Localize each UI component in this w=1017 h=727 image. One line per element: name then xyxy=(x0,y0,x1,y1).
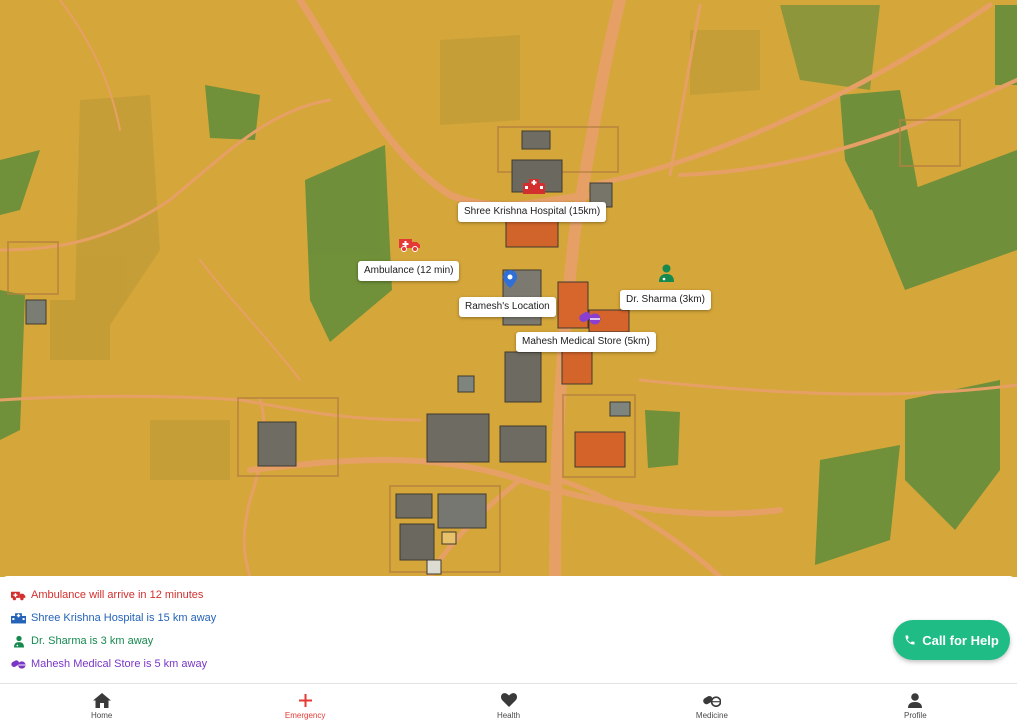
nav-item-health[interactable]: Health xyxy=(407,684,610,727)
plus-icon xyxy=(298,692,312,708)
nav-item-profile[interactable]: Profile xyxy=(814,684,1017,727)
user-icon xyxy=(908,692,923,708)
hospital-info-row: Shree Krishna Hospital is 15 km away xyxy=(11,611,216,625)
doctor-label[interactable]: Dr. Sharma (3km) xyxy=(620,290,711,310)
nav-item-label: Home xyxy=(91,711,113,720)
nav-item-label: Profile xyxy=(903,711,927,720)
hospital-label[interactable]: Shree Krishna Hospital (15km) xyxy=(458,202,607,222)
nav-item-label: Health xyxy=(496,711,521,720)
nav-item-emergency[interactable]: Emergency xyxy=(203,684,406,727)
nav-item-home[interactable]: Home xyxy=(0,684,203,727)
ambulance-info-text: Ambulance will arrive in 12 minutes xyxy=(31,589,204,601)
hospital-icon[interactable] xyxy=(523,178,545,194)
medical-store-info-row: Mahesh Medical Store is 5 km away xyxy=(11,657,207,671)
medical-store-label[interactable]: Mahesh Medical Store (5km) xyxy=(516,332,656,352)
phone-icon xyxy=(904,634,916,646)
doctor-icon[interactable] xyxy=(659,264,674,282)
map-pin-icon[interactable] xyxy=(503,270,517,288)
pills-icon[interactable] xyxy=(579,310,601,325)
call-for-help-label: Call for Help xyxy=(922,632,999,648)
doctor-info-text: Dr. Sharma is 3 km away xyxy=(31,635,154,647)
bottom-nav: Home Emergency Health Medicine Profile xyxy=(0,683,1017,727)
hospital-info-text: Shree Krishna Hospital is 15 km away xyxy=(31,612,217,624)
map-view[interactable]: Shree Krishna Hospital (15km) Ambulance … xyxy=(0,0,1017,577)
nav-item-label: Emergency xyxy=(284,711,326,720)
doctor-icon xyxy=(11,634,26,648)
doctor-info-row: Dr. Sharma is 3 km away xyxy=(11,634,153,648)
hospital-icon xyxy=(11,611,26,625)
nav-item-medicine[interactable]: Medicine xyxy=(610,684,813,727)
info-panel: Ambulance will arrive in 12 minutes Shre… xyxy=(0,576,1017,684)
ambulance-info-row: Ambulance will arrive in 12 minutes xyxy=(11,588,203,602)
pills-icon xyxy=(703,692,721,708)
pills-icon xyxy=(11,657,26,671)
call-for-help-button[interactable]: Call for Help xyxy=(893,620,1010,660)
satellite-terrain xyxy=(0,0,1017,577)
location-label[interactable]: Ramesh's Location xyxy=(459,297,556,317)
heart-icon xyxy=(500,692,517,708)
nav-item-label: Medicine xyxy=(695,711,728,720)
ambulance-icon xyxy=(11,588,26,602)
ambulance-label[interactable]: Ambulance (12 min) xyxy=(358,261,460,281)
home-icon xyxy=(92,692,111,708)
medical-store-info-text: Mahesh Medical Store is 5 km away xyxy=(31,658,208,670)
ambulance-icon[interactable] xyxy=(399,237,421,252)
